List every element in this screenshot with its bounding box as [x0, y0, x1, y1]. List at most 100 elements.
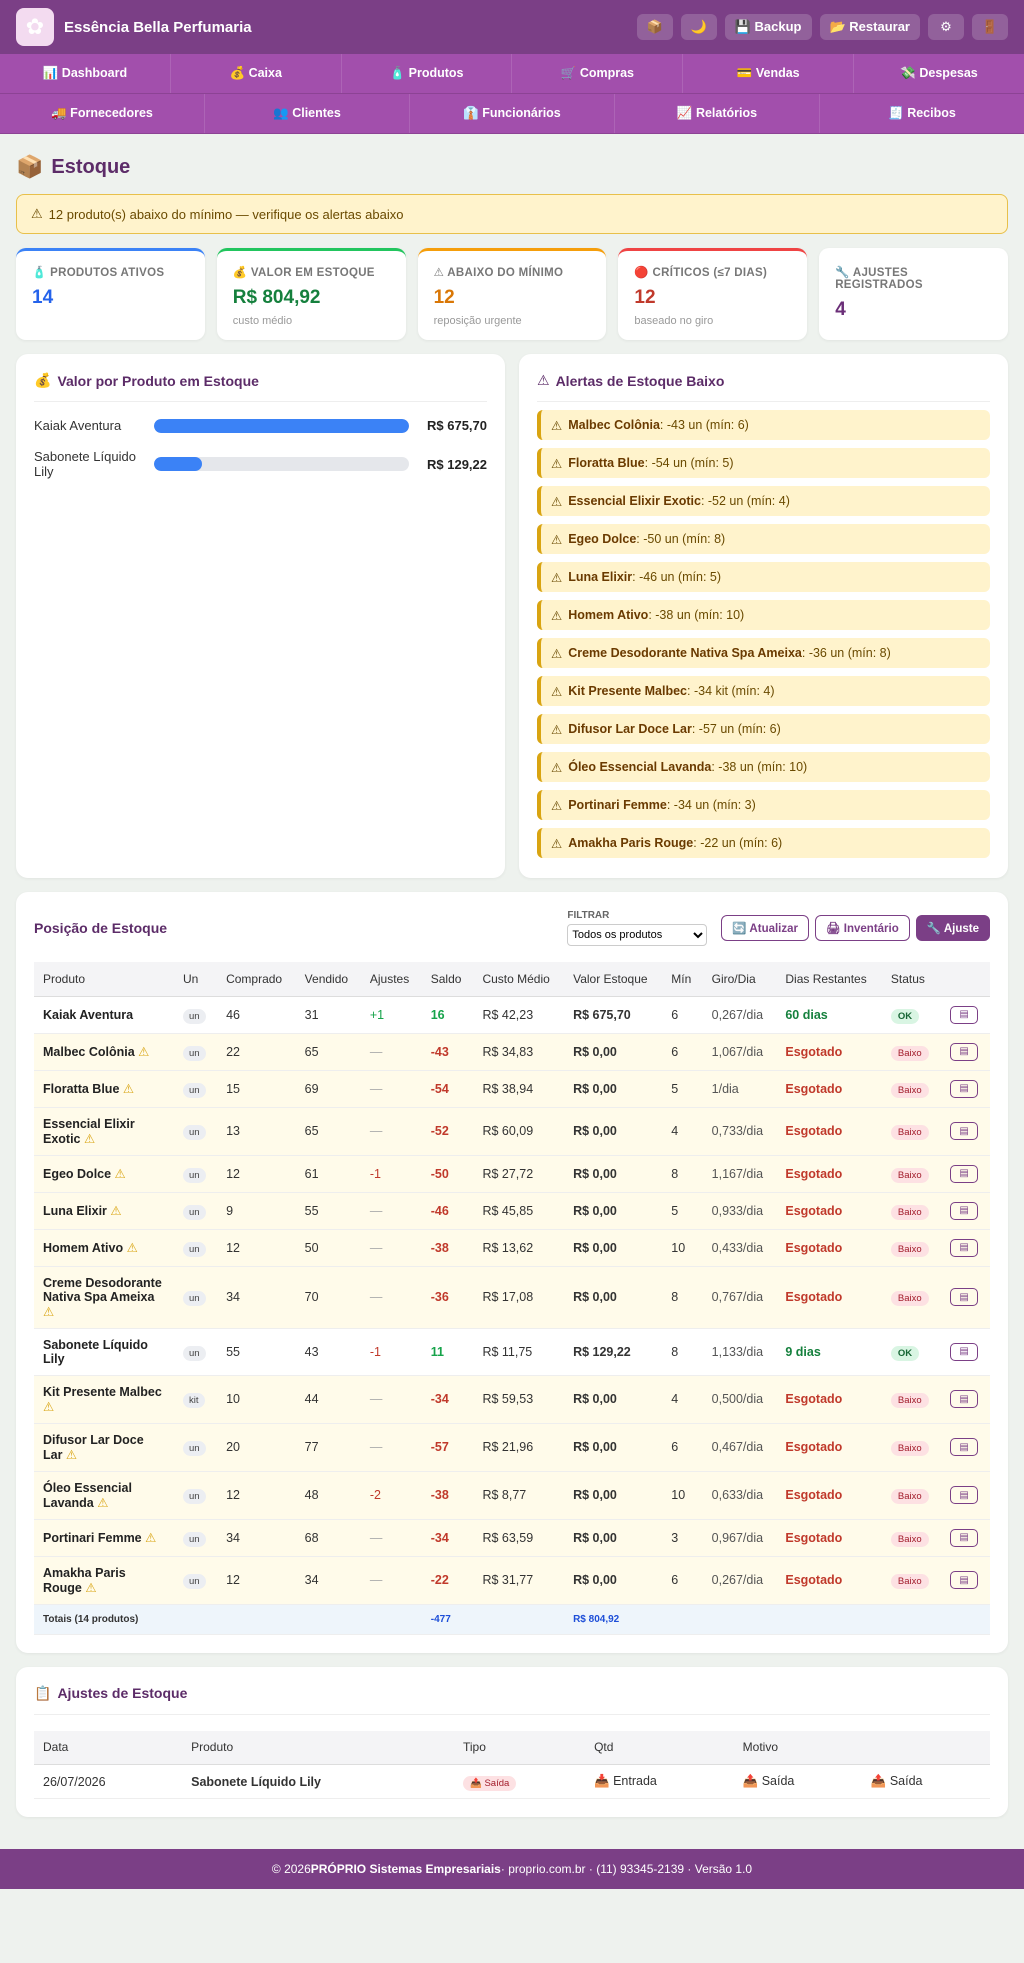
edit-button[interactable]: ▤ [950, 1390, 979, 1408]
edit-button[interactable]: ▤ [950, 1042, 979, 1061]
settings-button[interactable]: ⚙ [928, 14, 964, 40]
edit-button[interactable]: ▤ [950, 1438, 979, 1456]
nav-item-2[interactable]: 👔 Funcionários [410, 94, 615, 133]
sold-cell: 50 [295, 1229, 361, 1267]
warning-icon: ⚠ [537, 372, 550, 388]
date-cell: 26/07/2026 [34, 1764, 183, 1799]
adjustments-cell: — [360, 1423, 422, 1472]
nav-item-1[interactable]: 💰 Caixa [171, 54, 342, 93]
theme-button[interactable]: 🌙 [680, 14, 717, 40]
value-chart-title-text: Valor por Produto em Estoque [57, 372, 259, 389]
nav-item-2[interactable]: 🧴 Produtos [342, 54, 513, 93]
adjustments-cell: — [360, 1556, 422, 1605]
alert-text: Amakha Paris Rouge: -22 un (mín: 6) [568, 836, 782, 850]
table-row: Sabonete Líquido Lily un 55 43 -1 11 R$ 11,75 R… [34, 1328, 990, 1376]
edit-button[interactable]: ▤ [950, 1122, 979, 1140]
column-header: Vendido [295, 962, 361, 997]
unit-badge: un [183, 1082, 206, 1098]
backup-button[interactable]: 💾 Backup [724, 14, 812, 40]
page-title: 📦 Estoque [16, 154, 1008, 180]
product-name-text: Creme Desodorante Nativa Spa Ameixa [43, 1275, 162, 1304]
edit-button[interactable]: ▤ [950, 1005, 979, 1024]
column-header: Motivo [733, 1730, 862, 1765]
nav-item-3[interactable]: 🛒 Compras [512, 54, 684, 93]
sold-cell: 44 [295, 1375, 361, 1424]
adjustments-cell: -1 [360, 1155, 422, 1193]
edit-button[interactable]: ▤ [950, 1238, 979, 1257]
unit-cell: un [174, 1519, 218, 1557]
totals-row: Totais (14 produtos) -477 R$ 804,92 [34, 1604, 990, 1635]
low-stock-banner: ⚠ 12 produto(s) abaixo do mínimo — verif… [16, 194, 1008, 234]
nav-item-0[interactable]: 📊 Dashboard [0, 54, 171, 93]
edit-button[interactable]: ▤ [950, 1201, 979, 1220]
edit-button[interactable]: ▤ [950, 1571, 979, 1589]
status-badge: Baixo [890, 1082, 929, 1098]
edit-button[interactable]: ▤ [950, 1528, 979, 1547]
inventory-button[interactable]: 🖨 Inventário [815, 915, 910, 941]
box-button[interactable]: 📦 [636, 14, 673, 40]
balance-cell: -52 [421, 1107, 474, 1156]
column-header: Data [34, 1730, 183, 1765]
status-cell: Baixo [881, 1375, 942, 1424]
alert-text: Kit Presente Malbec: -34 kit (mín: 4) [568, 684, 774, 698]
bar-product-name: Sabonete Líquido Lily [34, 449, 136, 479]
nav-item-4[interactable]: 🧾 Recibos [820, 94, 1024, 133]
nav-item-3[interactable]: 📈 Relatórios [615, 94, 820, 133]
filter-select[interactable]: Todos os produtos [567, 924, 708, 946]
nav-item-1[interactable]: 👥 Clientes [205, 94, 410, 133]
bar-fill [154, 418, 409, 433]
table-row: Portinari Femme ⚠ un 34 68— -34 R$ 63,59 R$ 0,… [34, 1519, 990, 1557]
warning-icon: ⚠ [62, 1447, 78, 1462]
edit-button[interactable]: ▤ [950, 1288, 979, 1306]
kpi-label: 🧴 PRODUTOS ATIVOS [32, 267, 165, 279]
alert-detail: : -34 un (mín: 3) [666, 798, 756, 812]
money-bag-icon: 💰 [34, 372, 52, 388]
nav-item-5[interactable]: 💸 Despesas [854, 54, 1024, 93]
warning-icon: ⚠ [551, 456, 563, 471]
min-cell: 8 [662, 1266, 703, 1329]
unit-badge: un [183, 1045, 206, 1061]
kpi-label: 🔧 AJUSTES REGISTRADOS [835, 267, 923, 291]
adjust-button[interactable]: 🔧 Ajuste [915, 915, 990, 941]
edit-button[interactable]: ▤ [950, 1342, 979, 1361]
purchased-cell: 12 [217, 1155, 296, 1193]
status-cell: Baixo [881, 1471, 942, 1520]
kpi-value: 12 [634, 287, 656, 308]
bar-track [154, 457, 409, 471]
status-badge: Baixo [890, 1531, 929, 1547]
stock-value-cell: R$ 675,70 [564, 996, 663, 1034]
banner-text: 12 produto(s) abaixo do mínimo — verifiq… [48, 206, 404, 222]
unit-cell: un [174, 1229, 218, 1267]
value-bar-row: Kaiak Aventura R$ 675,70 [34, 418, 487, 433]
alert-item: ⚠ Egeo Dolce: -50 un (mín: 8) [537, 524, 990, 554]
min-cell: 5 [662, 1070, 703, 1108]
value-bar-row: Sabonete Líquido Lily R$ 129,22 [34, 449, 487, 479]
purchased-cell: 12 [217, 1556, 296, 1605]
action-cell: ▤ [941, 996, 990, 1034]
warning-icon: ⚠ [141, 1531, 157, 1545]
product-name-text: Difusor Lar Doce Lar [43, 1432, 144, 1462]
min-cell: 3 [662, 1519, 703, 1557]
clipboard-icon: ▤ [959, 1083, 969, 1094]
restore-button[interactable]: 📂 Restaurar [819, 14, 920, 40]
nav-item-4[interactable]: 💳 Vendas [683, 54, 855, 93]
min-cell: 10 [662, 1229, 703, 1267]
sold-cell: 31 [295, 996, 361, 1034]
alert-detail: : -38 un (mín: 10) [648, 608, 745, 622]
product-name: Difusor Lar Doce Lar ⚠ [34, 1423, 174, 1472]
days-left-cell: Esgotado [776, 1423, 882, 1472]
exit-button[interactable]: 🚪 [972, 14, 1008, 40]
status-badge: Baixo [890, 1291, 929, 1306]
edit-button[interactable]: ▤ [950, 1079, 979, 1098]
clipboard-icon: 📋 [34, 1684, 52, 1701]
warning-icon: ⚠ [93, 1495, 109, 1510]
edit-button[interactable]: ▤ [950, 1486, 979, 1504]
column-header [861, 1730, 990, 1765]
header-actions: 📦 🌙 💾 Backup 📂 Restaurar ⚙ 🚪 [629, 14, 1008, 40]
warning-icon: ⚠ [551, 836, 563, 851]
refresh-button[interactable]: 🔄 Atualizar [721, 915, 809, 941]
nav-item-0[interactable]: 🚚 Fornecedores [0, 94, 205, 133]
purchased-cell: 15 [217, 1070, 296, 1108]
edit-button[interactable]: ▤ [950, 1164, 979, 1183]
warning-icon: ⚠ [551, 798, 563, 813]
